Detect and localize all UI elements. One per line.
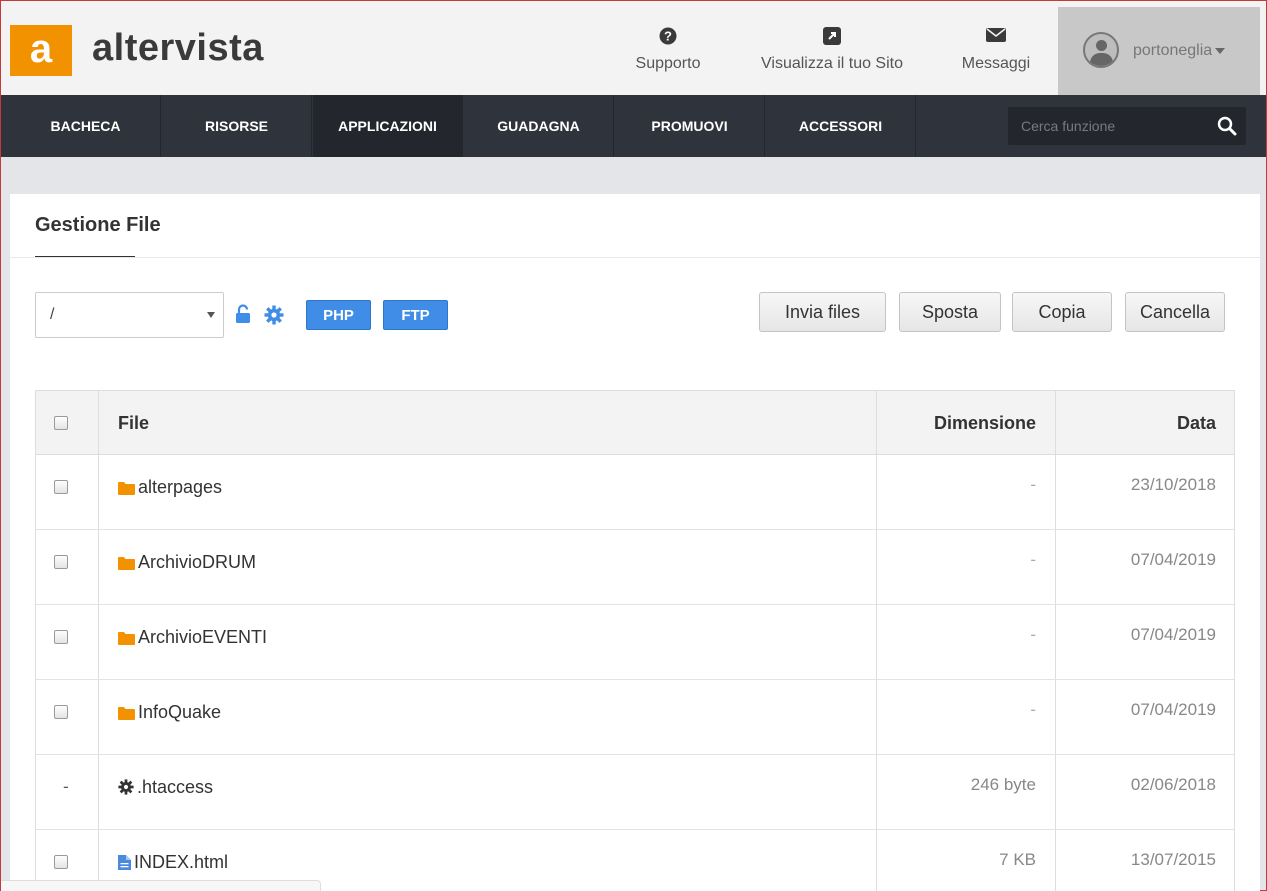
messages-link[interactable]: Messaggi (951, 27, 1041, 73)
select-all-checkbox[interactable] (54, 416, 68, 430)
file-link[interactable]: InfoQuake (118, 702, 221, 723)
file-link[interactable]: alterpages (118, 477, 222, 498)
file-date: 07/04/2019 (1130, 700, 1216, 719)
nav-accessori[interactable]: ACCESSORI (766, 95, 916, 157)
gear-icon (118, 779, 134, 795)
search-box (1008, 107, 1246, 145)
username: portoneglia (1133, 42, 1226, 60)
file-table: File Dimensione Data alterpages - 23/10/… (35, 390, 1235, 891)
file-size: - (1030, 550, 1036, 569)
file-date: 07/04/2019 (1130, 550, 1216, 569)
row-checkbox[interactable] (54, 630, 68, 644)
file-size: - (1030, 625, 1036, 644)
nav-risorse[interactable]: RISORSE (162, 95, 312, 157)
column-header-file[interactable]: File (118, 413, 149, 434)
file-size: - (1030, 700, 1036, 719)
nav-bacheca[interactable]: BACHECA (11, 95, 161, 157)
browser-status-bar (1, 880, 321, 891)
question-circle-icon: ? (623, 27, 713, 49)
file-icon (118, 855, 131, 870)
table-row[interactable]: - .htaccess 246 byte 02/06/2018 (36, 755, 1234, 830)
support-label: Supporto (635, 55, 701, 72)
altervista-logo[interactable]: a (10, 25, 72, 76)
file-size: - (1030, 475, 1036, 494)
no-checkbox-dash: - (63, 777, 69, 796)
delete-button[interactable]: Cancella (1125, 292, 1225, 332)
search-input[interactable] (1008, 107, 1208, 145)
table-header-row: File Dimensione Data (36, 390, 1234, 455)
path-select[interactable]: / (35, 292, 224, 338)
row-checkbox[interactable] (54, 855, 68, 869)
page-title: Gestione File (35, 214, 161, 236)
settings-gear-icon[interactable] (264, 305, 284, 330)
view-site-link[interactable]: Visualizza il tuo Sito (749, 27, 915, 73)
table-row[interactable]: InfoQuake - 07/04/2019 (36, 680, 1234, 755)
search-icon[interactable] (1217, 116, 1237, 141)
row-checkbox[interactable] (54, 480, 68, 494)
user-menu[interactable]: portoneglia (1058, 7, 1260, 95)
view-site-label: Visualizza il tuo Sito (761, 55, 903, 72)
top-header: a altervista ? Supporto Visualizza il tu… (1, 1, 1266, 95)
nav-guadagna[interactable]: GUADAGNA (464, 95, 614, 157)
file-link[interactable]: ArchivioDRUM (118, 552, 256, 573)
file-link[interactable]: ArchivioEVENTI (118, 627, 267, 648)
file-date: 13/07/2015 (1130, 850, 1216, 869)
folder-icon (118, 482, 135, 495)
caret-down-icon (1215, 47, 1226, 54)
brand-name[interactable]: altervista (92, 27, 264, 70)
file-date: 02/06/2018 (1130, 775, 1216, 794)
nav-applicazioni[interactable]: APPLICAZIONI (313, 95, 463, 157)
external-link-icon (749, 27, 915, 49)
row-checkbox[interactable] (54, 555, 68, 569)
file-size: 246 byte (970, 775, 1036, 794)
messages-label: Messaggi (961, 55, 1031, 72)
file-manager-panel: Gestione File / PHP FTP Invia files Spos… (10, 194, 1260, 891)
folder-icon (118, 557, 135, 570)
file-size: 7 KB (999, 850, 1036, 869)
file-date: 07/04/2019 (1130, 625, 1216, 644)
upload-files-button[interactable]: Invia files (759, 292, 886, 332)
file-link[interactable]: .htaccess (118, 777, 213, 798)
php-button[interactable]: PHP (306, 300, 371, 330)
copy-button[interactable]: Copia (1012, 292, 1112, 332)
nav-promuovi[interactable]: PROMUOVI (615, 95, 765, 157)
folder-icon (118, 632, 135, 645)
unlock-icon[interactable] (235, 304, 253, 329)
row-checkbox[interactable] (54, 705, 68, 719)
move-button[interactable]: Sposta (899, 292, 1001, 332)
ftp-button[interactable]: FTP (383, 300, 448, 330)
support-link[interactable]: ? Supporto (623, 27, 713, 73)
table-row[interactable]: ArchivioDRUM - 07/04/2019 (36, 530, 1234, 605)
column-header-size[interactable]: Dimensione (934, 413, 1036, 434)
avatar (1083, 32, 1119, 68)
path-value: / (50, 306, 55, 323)
main-nav: BACHECA RISORSE APPLICAZIONI GUADAGNA PR… (1, 95, 1266, 157)
file-link[interactable]: INDEX.html (118, 852, 228, 873)
table-row[interactable]: ArchivioEVENTI - 07/04/2019 (36, 605, 1234, 680)
envelope-icon (951, 27, 1041, 49)
folder-icon (118, 707, 135, 720)
table-row[interactable]: alterpages - 23/10/2018 (36, 455, 1234, 530)
title-divider (10, 257, 1260, 258)
column-header-date[interactable]: Data (1177, 413, 1216, 434)
chevron-down-icon (207, 312, 215, 318)
svg-text:?: ? (664, 29, 672, 44)
file-date: 23/10/2018 (1130, 475, 1216, 494)
